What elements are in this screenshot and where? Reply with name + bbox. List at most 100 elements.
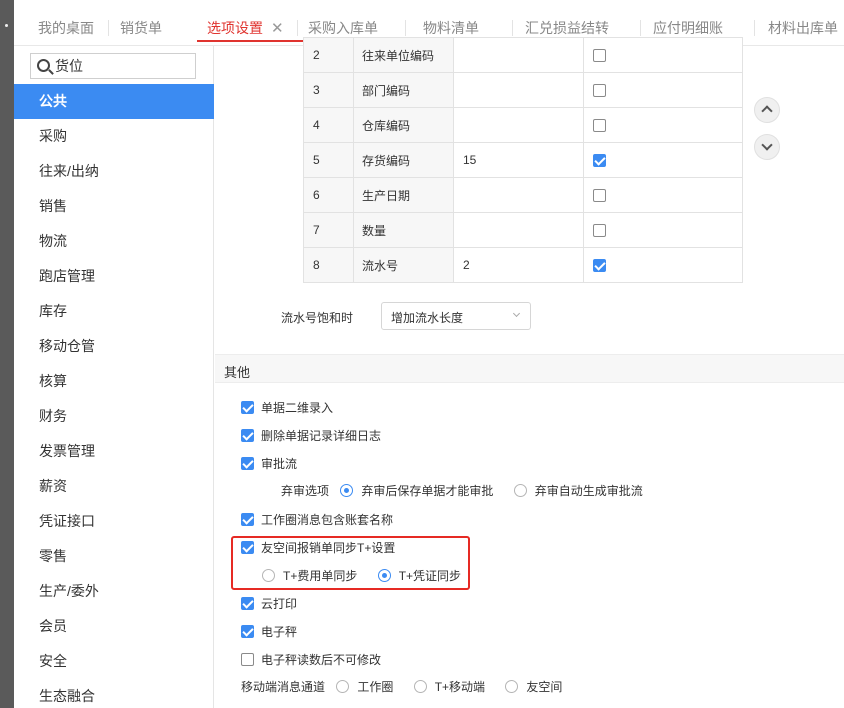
sidebar-item-production[interactable]: 生产/委外 (14, 574, 214, 609)
tab-separator (512, 20, 513, 36)
table-row: 8 流水号 2 (303, 247, 743, 283)
option-label: 电子秤读数后不可修改 (261, 653, 382, 667)
checkbox[interactable] (593, 49, 606, 63)
row-length-field[interactable] (453, 37, 584, 73)
radio-tplus-mobile[interactable] (413, 680, 427, 693)
radio-label: 工作圈 (357, 680, 394, 694)
sidebar-item-invoice[interactable]: 发票管理 (14, 434, 214, 469)
search-input[interactable] (55, 56, 193, 76)
row-number: 8 (303, 247, 354, 283)
checkbox[interactable] (241, 401, 254, 414)
checkbox[interactable] (241, 625, 254, 638)
radio-voucher-sync[interactable] (377, 569, 391, 582)
search-icon (37, 59, 50, 72)
sidebar-item-accounting[interactable]: 核算 (14, 364, 214, 399)
checkbox[interactable] (241, 541, 254, 554)
table-row: 7 数量 (303, 212, 743, 248)
checkbox[interactable] (241, 653, 254, 666)
radio-save-then-approve[interactable] (340, 484, 354, 497)
row-length-field[interactable]: 2 (453, 247, 584, 283)
sidebar-item-mobile-warehouse[interactable]: 移动仓管 (14, 329, 214, 364)
option-label: 友空间报销单同步T+设置 (261, 541, 396, 555)
sidebar-menu: 公共 采购 往来/出纳 销售 物流 跑店管理 库存 移动仓管 核算 财务 发票管… (14, 84, 214, 708)
sidebar-item-retail[interactable]: 零售 (14, 539, 214, 574)
option-qr-entry[interactable]: 单据二维录入 (241, 400, 333, 416)
main-panel: 2 往来单位编码 3 部门编码 4 仓库编码 5 存货编码 15 6 生产日期 7 数量 8 流水号 2 流水… (215, 37, 844, 708)
option-label: 电子秤 (261, 625, 298, 639)
row-name: 仓库编码 (353, 107, 454, 143)
sidebar-item-member[interactable]: 会员 (14, 609, 214, 644)
checkbox[interactable] (241, 597, 254, 610)
tab-separator (754, 20, 755, 36)
row-name: 存货编码 (353, 142, 454, 178)
checkbox[interactable] (241, 457, 254, 470)
radio-label: T+移动端 (434, 680, 486, 694)
sidebar-item-inventory[interactable]: 库存 (14, 294, 214, 329)
serial-saturation-select[interactable]: 增加流水长度 (381, 302, 531, 330)
move-up-button[interactable] (754, 97, 780, 123)
sidebar-item-purchase[interactable]: 采购 (14, 119, 214, 154)
checkbox[interactable] (593, 259, 606, 273)
checkbox[interactable] (241, 513, 254, 526)
move-down-button[interactable] (754, 134, 780, 160)
row-number: 4 (303, 107, 354, 143)
tab-label: 汇兑损益结转 (525, 20, 609, 36)
radio-label: 弃审后保存单据才能审批 (361, 484, 494, 498)
option-e-scale[interactable]: 电子秤 (241, 624, 297, 640)
checkbox[interactable] (241, 429, 254, 442)
sidebar-item-voucher-interface[interactable]: 凭证接口 (14, 504, 214, 539)
option-delete-log[interactable]: 删除单据记录详细日志 (241, 428, 381, 444)
option-label: 单据二维录入 (261, 401, 334, 415)
option-cloud-print[interactable]: 云打印 (241, 596, 297, 612)
checkbox[interactable] (593, 189, 606, 203)
mobile-channel-label: 移动端消息通道 (241, 680, 326, 694)
radio-workcircle[interactable] (336, 680, 350, 693)
row-checkbox-cell (583, 37, 743, 73)
radio-youkongjian[interactable] (505, 680, 519, 693)
sidebar-item-payroll[interactable]: 薪资 (14, 469, 214, 504)
sidebar-item-sales[interactable]: 销售 (14, 189, 214, 224)
tab-option-settings[interactable]: 选项设置 ✕ (197, 0, 306, 46)
row-length-field[interactable] (453, 177, 584, 213)
row-length-field[interactable] (453, 107, 584, 143)
checkbox[interactable] (593, 119, 606, 133)
option-scale-readonly[interactable]: 电子秤读数后不可修改 (241, 652, 381, 668)
sidebar-item-finance[interactable]: 财务 (14, 399, 214, 434)
checkbox[interactable] (593, 84, 606, 98)
row-checkbox-cell (583, 72, 743, 108)
row-length-field[interactable] (453, 212, 584, 248)
active-tab-underline (197, 40, 306, 42)
checkbox[interactable] (593, 224, 606, 238)
option-approval-flow[interactable]: 审批流 (241, 456, 297, 472)
sidebar-item-public[interactable]: 公共 (14, 84, 214, 119)
row-checkbox-cell (583, 107, 743, 143)
tab-sales-order[interactable]: 销货单 (120, 0, 162, 46)
tab-separator (297, 20, 298, 36)
sidebar-item-logistics[interactable]: 物流 (14, 224, 214, 259)
option-sync-expense[interactable]: 友空间报销单同步T+设置 (241, 540, 395, 556)
sidebar-item-security[interactable]: 安全 (14, 644, 214, 679)
option-workcircle-message[interactable]: 工作圈消息包含账套名称 (241, 512, 393, 528)
chevron-down-icon (512, 309, 521, 318)
tab-material-issue[interactable]: 材料出库单 (768, 0, 838, 46)
row-checkbox-cell (583, 177, 743, 213)
tab-my-desktop[interactable]: 我的桌面 (38, 0, 94, 46)
row-number: 5 (303, 142, 354, 178)
radio-auto-generate[interactable] (513, 484, 527, 497)
sidebar-item-ecosystem[interactable]: 生态融合 (14, 679, 214, 708)
section-header-other: 其他 (215, 354, 844, 383)
row-length-field[interactable] (453, 72, 584, 108)
option-label: 工作圈消息包含账套名称 (261, 513, 394, 527)
row-checkbox-cell (583, 247, 743, 283)
row-length-field[interactable]: 15 (453, 142, 584, 178)
search-box[interactable] (30, 53, 196, 79)
close-icon[interactable]: ✕ (271, 20, 284, 37)
table-row: 6 生产日期 (303, 177, 743, 213)
sidebar-item-store-visit[interactable]: 跑店管理 (14, 259, 214, 294)
option-label: 审批流 (261, 457, 298, 471)
checkbox[interactable] (593, 154, 606, 168)
option-label: 删除单据记录详细日志 (261, 429, 382, 443)
radio-expense-sync[interactable] (262, 569, 275, 582)
sidebar-item-ar-ap-cashier[interactable]: 往来/出纳 (14, 154, 214, 189)
dot-icon (5, 24, 8, 27)
